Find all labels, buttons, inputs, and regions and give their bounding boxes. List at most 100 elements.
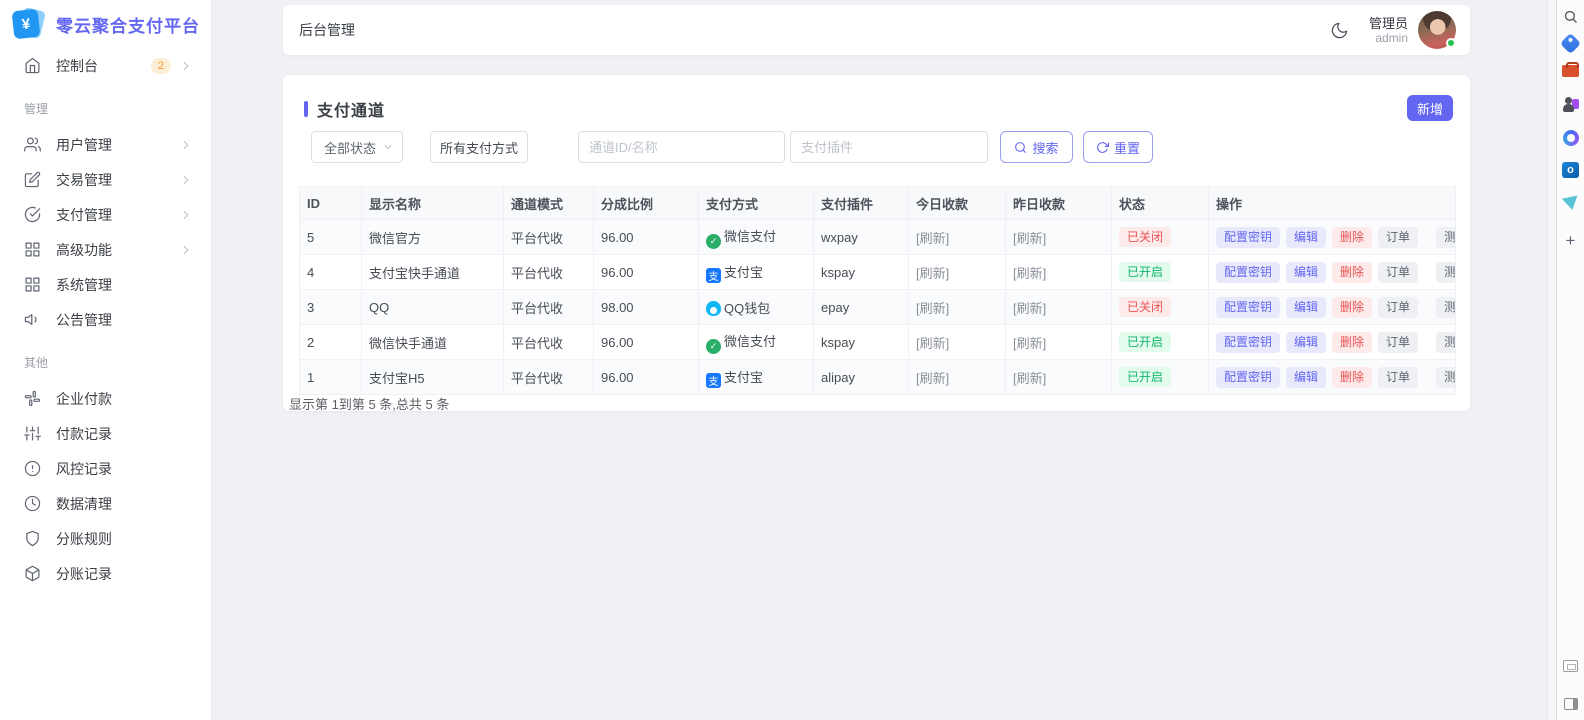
search-icon xyxy=(1014,141,1027,154)
sidebar-item-label: 分账记录 xyxy=(56,564,193,584)
rail-side-panel-icon[interactable] xyxy=(1561,694,1581,714)
cell-channel-mode: 平台代收 xyxy=(504,325,594,360)
sidebar-item-user-management[interactable]: 用户管理 xyxy=(0,127,211,162)
table-row: 1支付宝H5平台代收96.00支支付宝alipay[刷新][刷新]已开启配置密钥… xyxy=(300,360,1456,395)
action-order[interactable]: 订单 xyxy=(1378,367,1418,388)
refresh-today-link[interactable]: [刷新] xyxy=(916,371,949,386)
payment-method-select[interactable]: 所有支付方式 xyxy=(430,131,528,163)
sidebar-item-label: 系统管理 xyxy=(56,275,193,295)
refresh-today-link[interactable]: [刷新] xyxy=(916,266,949,281)
sidebar-item-system-management[interactable]: 系统管理 xyxy=(0,267,211,302)
channel-search-input[interactable] xyxy=(578,131,785,163)
rail-search-icon[interactable] xyxy=(1561,6,1581,26)
refresh-yesterday-link[interactable]: [刷新] xyxy=(1013,371,1046,386)
sidebar: ¥ 零云聚合支付平台 控制台2 管理用户管理交易管理支付管理高级功能系统管理公告管… xyxy=(0,0,212,720)
action-test[interactable]: 测试 xyxy=(1436,227,1455,248)
sidebar-item-announcement-management[interactable]: 公告管理 xyxy=(0,302,211,337)
action-order[interactable]: 订单 xyxy=(1378,332,1418,353)
sidebar-item-split-records[interactable]: 分账记录 xyxy=(0,556,211,591)
refresh-yesterday-link[interactable]: [刷新] xyxy=(1013,266,1046,281)
sidebar-item-label: 数据清理 xyxy=(56,494,193,514)
sidebar-item-transaction-management[interactable]: 交易管理 xyxy=(0,162,211,197)
action-test[interactable]: 测试 xyxy=(1436,367,1455,388)
cell-id: 4 xyxy=(300,255,362,290)
cell-status: 已开启 xyxy=(1112,255,1209,290)
cell-yesterday-income: [刷新] xyxy=(1006,325,1112,360)
chevron-right-icon xyxy=(179,59,193,73)
sidebar-item-label: 企业付款 xyxy=(56,389,193,409)
plugin-search-input[interactable] xyxy=(790,131,988,163)
action-delete[interactable]: 删除 xyxy=(1332,227,1372,248)
cell-status: 已开启 xyxy=(1112,325,1209,360)
reset-button[interactable]: 重置 xyxy=(1083,131,1153,163)
refresh-yesterday-link[interactable]: [刷新] xyxy=(1013,231,1046,246)
cell-display-name: QQ xyxy=(362,290,504,325)
dark-mode-toggle[interactable] xyxy=(1325,15,1355,45)
action-test[interactable]: 测试 xyxy=(1436,262,1455,283)
sidebar-item-enterprise-payment[interactable]: 企业付款 xyxy=(0,381,211,416)
cell-actions: 配置密钥编辑删除订单测试 xyxy=(1209,360,1456,395)
brand-logo-icon: ¥ xyxy=(12,7,46,41)
sidebar-item-split-rules[interactable]: 分账规则 xyxy=(0,521,211,556)
action-delete[interactable]: 删除 xyxy=(1332,332,1372,353)
page-scrollbar[interactable] xyxy=(1547,0,1556,720)
sidebar-item-payment-management[interactable]: 支付管理 xyxy=(0,197,211,232)
cell-share-ratio: 96.00 xyxy=(594,255,699,290)
action-edit[interactable]: 编辑 xyxy=(1286,297,1326,318)
refresh-today-link[interactable]: [刷新] xyxy=(916,301,949,316)
brand[interactable]: ¥ 零云聚合支付平台 xyxy=(0,0,211,48)
check-circle-icon xyxy=(24,206,42,224)
edit-icon xyxy=(24,171,42,189)
action-edit[interactable]: 编辑 xyxy=(1286,367,1326,388)
action-order[interactable]: 订单 xyxy=(1378,297,1418,318)
chevron-right-icon xyxy=(179,243,193,257)
action-edit[interactable]: 编辑 xyxy=(1286,332,1326,353)
action-configure-key[interactable]: 配置密钥 xyxy=(1216,367,1280,388)
cell-channel-mode: 平台代收 xyxy=(504,255,594,290)
action-delete[interactable]: 删除 xyxy=(1332,297,1372,318)
sidebar-item-data-cleanup[interactable]: 数据清理 xyxy=(0,486,211,521)
sidebar-item-advanced-features[interactable]: 高级功能 xyxy=(0,232,211,267)
col-share-ratio: 分成比例 xyxy=(594,187,699,220)
sidebar-item-payment-records[interactable]: 付款记录 xyxy=(0,416,211,451)
rail-tag-icon[interactable] xyxy=(1561,33,1581,53)
action-test[interactable]: 测试 xyxy=(1436,297,1455,318)
avatar[interactable] xyxy=(1418,11,1456,49)
search-button[interactable]: 搜索 xyxy=(1000,131,1073,163)
refresh-yesterday-link[interactable]: [刷新] xyxy=(1013,336,1046,351)
chevron-down-icon xyxy=(382,141,394,153)
refresh-today-link[interactable]: [刷新] xyxy=(916,336,949,351)
status-select[interactable]: 全部状态 xyxy=(311,131,403,163)
rail-add-icon[interactable]: + xyxy=(1561,230,1581,250)
rail-send-icon[interactable] xyxy=(1561,193,1581,213)
action-delete[interactable]: 删除 xyxy=(1332,367,1372,388)
action-configure-key[interactable]: 配置密钥 xyxy=(1216,227,1280,248)
rail-contacts-icon[interactable] xyxy=(1561,95,1581,115)
action-delete[interactable]: 删除 xyxy=(1332,262,1372,283)
cell-share-ratio: 98.00 xyxy=(594,290,699,325)
cell-actions: 配置密钥编辑删除订单测试 xyxy=(1209,325,1456,360)
action-order[interactable]: 订单 xyxy=(1378,262,1418,283)
refresh-today-link[interactable]: [刷新] xyxy=(916,231,949,246)
rail-copilot-icon[interactable] xyxy=(1561,128,1581,148)
action-edit[interactable]: 编辑 xyxy=(1286,262,1326,283)
sidebar-nav: 控制台2管理用户管理交易管理支付管理高级功能系统管理公告管理其他企业付款付款记录… xyxy=(0,48,211,591)
user-menu[interactable]: 管理员 admin xyxy=(1369,16,1408,45)
cell-today-income: [刷新] xyxy=(909,360,1006,395)
sidebar-item-dashboard[interactable]: 控制台2 xyxy=(0,48,211,83)
sidebar-section-label: 管理 xyxy=(0,99,211,119)
action-configure-key[interactable]: 配置密钥 xyxy=(1216,262,1280,283)
sidebar-item-risk-records[interactable]: 风控记录 xyxy=(0,451,211,486)
action-configure-key[interactable]: 配置密钥 xyxy=(1216,332,1280,353)
rail-outlook-icon[interactable]: o xyxy=(1561,160,1581,180)
action-order[interactable]: 订单 xyxy=(1378,227,1418,248)
refresh-yesterday-link[interactable]: [刷新] xyxy=(1013,301,1046,316)
rail-toolbox-icon[interactable] xyxy=(1561,61,1581,81)
shield-icon xyxy=(24,530,42,548)
rail-screenshot-icon[interactable] xyxy=(1561,656,1581,676)
add-button[interactable]: 新增 xyxy=(1407,95,1453,121)
action-configure-key[interactable]: 配置密钥 xyxy=(1216,297,1280,318)
action-edit[interactable]: 编辑 xyxy=(1286,227,1326,248)
action-test[interactable]: 测试 xyxy=(1436,332,1455,353)
cell-id: 3 xyxy=(300,290,362,325)
